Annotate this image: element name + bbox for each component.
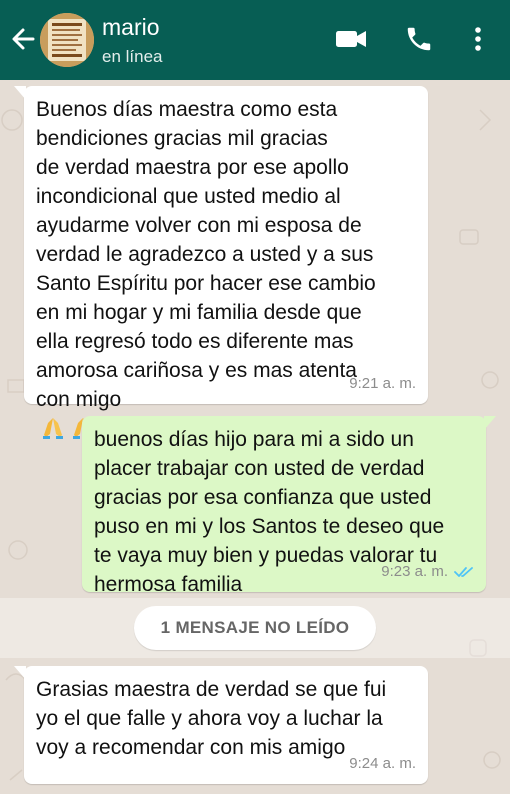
message-time: 9:23 a. m. <box>381 563 448 580</box>
chat-area[interactable]: Buenos días maestra como esta bendicione… <box>0 80 510 794</box>
arrow-left-icon[interactable] <box>8 24 38 54</box>
bubble-tail <box>484 416 496 430</box>
video-camera-icon[interactable] <box>334 24 368 54</box>
bubble-tail <box>14 86 26 100</box>
bubble-tail <box>14 666 26 680</box>
folded-hands-emoji <box>43 418 63 439</box>
double-check-icon <box>454 566 473 577</box>
unread-messages-divider: 1 MENSAJE NO LEÍDO <box>134 606 376 650</box>
message-incoming[interactable]: Buenos días maestra como esta bendicione… <box>14 86 428 439</box>
message-meta: 9:23 a. m. <box>381 557 474 586</box>
message-outgoing[interactable]: buenos días hijo para mi a sido un place… <box>82 416 496 596</box>
avatar[interactable] <box>40 13 94 67</box>
contact-status: en línea <box>102 47 163 66</box>
message-time: 9:24 a. m. <box>349 755 416 772</box>
message-meta: 9:24 a. m. <box>349 749 416 778</box>
message-incoming[interactable]: Grasias maestra de verdad se que fui yo … <box>14 666 428 784</box>
phone-icon[interactable] <box>404 24 434 54</box>
contact-name[interactable]: mario <box>102 14 160 41</box>
chat-header: mario en línea <box>0 0 510 80</box>
avatar-picture <box>40 13 94 67</box>
message-time: 9:21 a. m. <box>349 375 416 392</box>
more-vertical-icon[interactable] <box>470 24 486 54</box>
message-meta: 9:21 a. m. <box>349 369 416 398</box>
